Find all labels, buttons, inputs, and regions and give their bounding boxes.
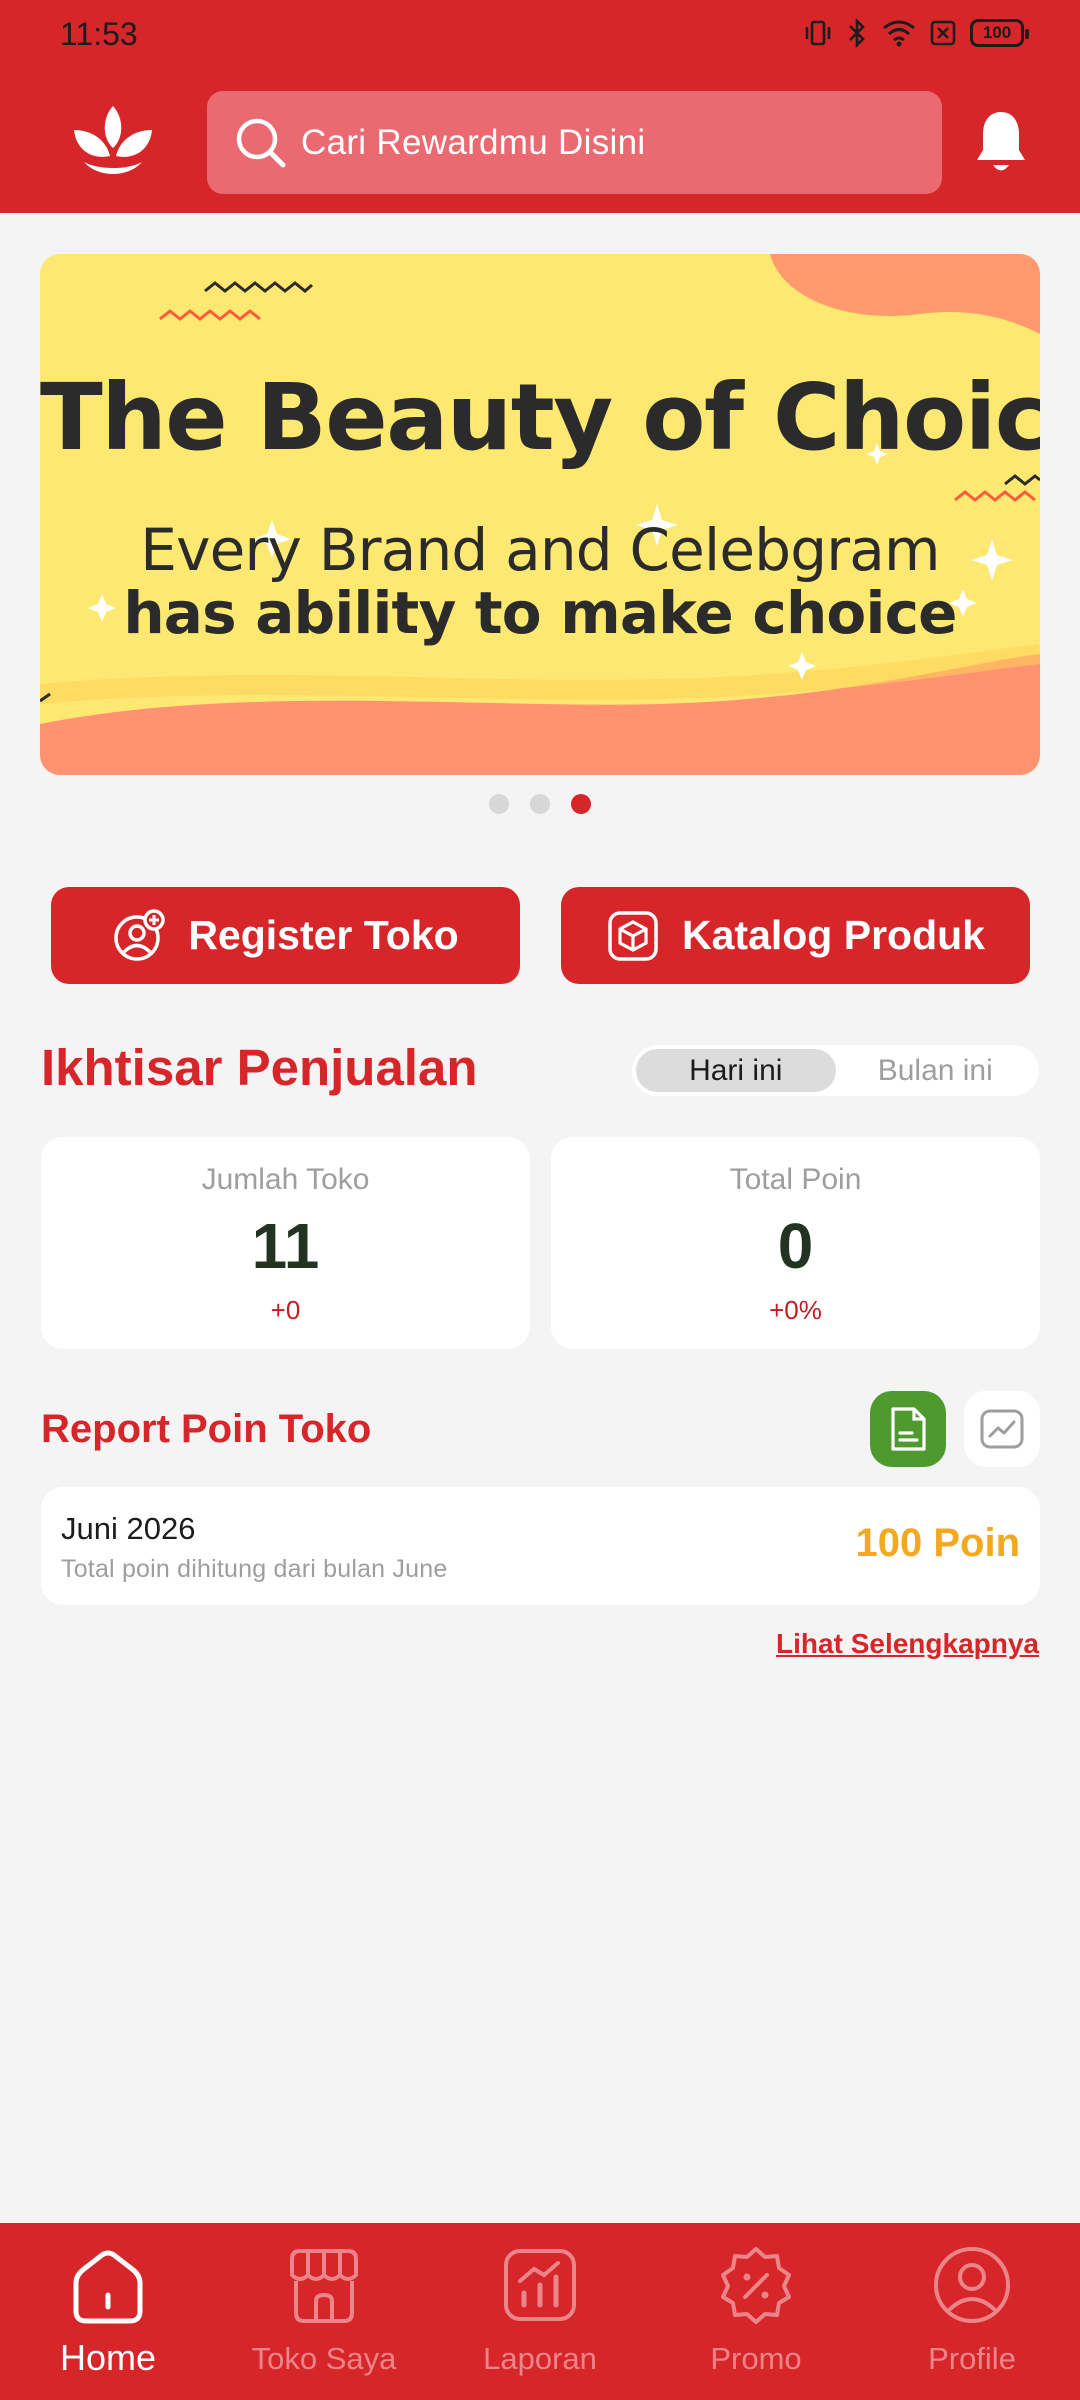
search-icon [236, 118, 286, 167]
banner-background [40, 254, 1040, 775]
promo-badge-icon [721, 2247, 791, 2324]
search-placeholder: Cari Rewardmu Disini [301, 122, 646, 162]
vibrate-icon [805, 20, 831, 46]
promo-banner[interactable]: The Beauty of Choice Every Brand and Cel… [40, 254, 1040, 775]
wifi-icon [883, 20, 915, 47]
katalog-produk-label: Katalog Produk [682, 912, 985, 958]
banner-title: The Beauty of Choice [40, 364, 1040, 471]
banner-subtitle-2: has ability to make choice [123, 579, 957, 647]
status-time: 11:53 [60, 16, 138, 52]
battery-icon: 100 [970, 19, 1029, 47]
lotus-logo-icon [74, 106, 152, 174]
report-chart-view-button[interactable] [964, 1391, 1040, 1467]
status-bar: 11:53 100 [0, 0, 1080, 70]
nav-label: Home [59, 2337, 157, 2378]
bottom-navigation: Home Toko Saya Laporan Promo Profile [0, 2223, 1080, 2400]
carousel-indicator [0, 794, 1080, 814]
see-more-link[interactable]: Lihat Selengkapnya [776, 1628, 1039, 1660]
stat-card-jumlah-toko: Jumlah Toko 11 +0 [41, 1137, 530, 1349]
toggle-today[interactable]: Hari ini [636, 1049, 836, 1092]
status-icons: 100 [804, 18, 1029, 48]
home-icon [73, 2250, 143, 2324]
package-box-icon [608, 910, 658, 961]
stat-label: Total Poin [729, 1163, 862, 1196]
katalog-produk-button[interactable]: Katalog Produk [561, 887, 1030, 984]
stat-card-total-poin: Total Poin 0 +0% [551, 1137, 1040, 1349]
stat-label: Jumlah Toko [201, 1163, 370, 1196]
stat-delta: +0% [769, 1295, 822, 1325]
report-points: 100 Poin [855, 1521, 1020, 1565]
nav-label: Profile [928, 2341, 1016, 2376]
carousel-dot[interactable] [530, 794, 550, 814]
app-header: 11:53 100 Cari Rewardmu Disini [0, 0, 1080, 213]
report-month: Juni 2026 [61, 1511, 196, 1546]
report-poin-title: Report Poin Toko [41, 1407, 372, 1451]
sim-off-icon [930, 20, 956, 46]
battery-level: 100 [982, 23, 1012, 42]
report-item[interactable]: Juni 2026 Total poin dihitung dari bulan… [41, 1487, 1040, 1605]
carousel-dot[interactable] [489, 794, 509, 814]
nav-label: Toko Saya [251, 2341, 397, 2376]
bell-icon[interactable] [975, 108, 1027, 176]
report-chart-icon [504, 2249, 576, 2321]
nav-label: Laporan [483, 2341, 597, 2376]
nav-item-home[interactable]: Home [0, 2223, 216, 2400]
add-user-icon [114, 908, 166, 961]
register-toko-button[interactable]: Register Toko [51, 887, 520, 984]
nav-item-laporan[interactable]: Laporan [432, 2223, 648, 2400]
stat-value: 11 [251, 1210, 320, 1282]
document-icon [891, 1407, 926, 1451]
report-description: Total poin dihitung dari bulan June [61, 1555, 448, 1583]
nav-item-promo[interactable]: Promo [648, 2223, 864, 2400]
line-chart-icon [980, 1409, 1024, 1449]
toggle-month[interactable]: Bulan ini [836, 1049, 1036, 1092]
period-toggle: Hari ini Bulan ini [632, 1045, 1039, 1096]
search-input[interactable]: Cari Rewardmu Disini [207, 91, 942, 194]
bluetooth-icon [849, 18, 865, 48]
report-list-view-button[interactable] [870, 1391, 946, 1467]
banner-subtitle-1: Every Brand and Celebgram [140, 516, 940, 584]
stat-value: 0 [777, 1210, 814, 1282]
profile-icon [934, 2247, 1010, 2323]
stat-delta: +0 [270, 1295, 301, 1325]
register-toko-label: Register Toko [188, 912, 459, 958]
store-icon [290, 2249, 358, 2323]
nav-label: Promo [710, 2341, 802, 2376]
nav-item-toko-saya[interactable]: Toko Saya [216, 2223, 432, 2400]
carousel-dot-active[interactable] [571, 794, 591, 814]
ikhtisar-penjualan-title: Ikhtisar Penjualan [41, 1039, 478, 1096]
nav-item-profile[interactable]: Profile [864, 2223, 1080, 2400]
